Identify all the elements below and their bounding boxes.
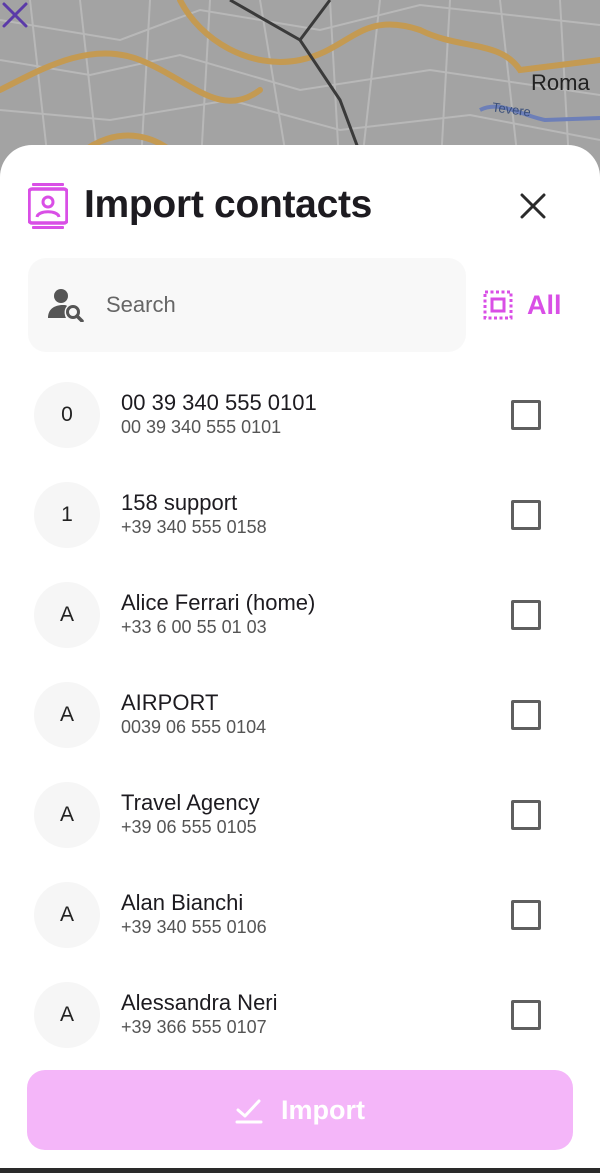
list-item[interactable]: A Alan Bianchi +39 340 555 0106	[0, 865, 600, 965]
list-item[interactable]: 0 00 39 340 555 0101 00 39 340 555 0101	[0, 365, 600, 465]
list-item[interactable]: 1 158 support +39 340 555 0158	[0, 465, 600, 565]
import-button[interactable]: Import	[27, 1070, 573, 1150]
contact-checkbox[interactable]	[511, 800, 541, 830]
person-search-icon	[48, 289, 84, 322]
select-all-label: All	[527, 289, 562, 320]
close-icon	[520, 193, 546, 219]
page-title: Import contacts	[84, 183, 373, 226]
contact-phone: +39 06 555 0105	[121, 817, 257, 837]
contact-name: Alessandra Neri	[121, 990, 278, 1015]
contact-phone: +33 6 00 55 01 03	[121, 617, 267, 637]
select-all-icon	[483, 290, 513, 320]
contact-checkbox[interactable]	[511, 900, 541, 930]
avatar: A	[34, 882, 100, 948]
list-item[interactable]: A AIRPORT 0039 06 555 0104	[0, 665, 600, 765]
map-close-icon[interactable]	[0, 0, 30, 30]
search-row: All	[0, 258, 600, 352]
contact-name: Travel Agency	[121, 790, 260, 815]
select-all-button[interactable]: All	[478, 280, 578, 330]
avatar: A	[34, 682, 100, 748]
sheet-header: Import contacts	[0, 145, 600, 265]
contact-phone: +39 366 555 0107	[121, 1017, 267, 1037]
close-button[interactable]	[510, 183, 556, 229]
contact-phone: +39 340 555 0106	[121, 917, 267, 937]
import-label: Import	[281, 1094, 365, 1125]
contact-checkbox[interactable]	[511, 1000, 541, 1030]
search-box[interactable]	[28, 258, 466, 352]
list-item[interactable]: A Travel Agency +39 06 555 0105	[0, 765, 600, 865]
contact-name: AIRPORT	[121, 690, 219, 715]
contact-checkbox[interactable]	[511, 400, 541, 430]
contacts-list: 0 00 39 340 555 0101 00 39 340 555 0101 …	[0, 365, 600, 1065]
list-item[interactable]: A Alessandra Neri +39 366 555 0107	[0, 965, 600, 1065]
contact-name: Alan Bianchi	[121, 890, 244, 915]
avatar: A	[34, 782, 100, 848]
list-item[interactable]: A Alice Ferrari (home) +33 6 00 55 01 03	[0, 565, 600, 665]
avatar: A	[34, 982, 100, 1048]
contact-checkbox[interactable]	[511, 500, 541, 530]
import-contacts-sheet: Import contacts All 0	[0, 145, 600, 1173]
contact-book-icon	[28, 183, 68, 229]
avatar: 0	[34, 382, 100, 448]
avatar: 1	[34, 482, 100, 548]
contact-name: 158 support	[121, 490, 238, 515]
contact-name: 00 39 340 555 0101	[121, 390, 317, 415]
contact-name: Alice Ferrari (home)	[121, 590, 316, 615]
search-input[interactable]	[106, 280, 446, 330]
contact-phone: +39 340 555 0158	[121, 517, 267, 537]
map-city-label: Roma	[531, 70, 590, 95]
avatar: A	[34, 582, 100, 648]
contact-phone: 00 39 340 555 0101	[121, 417, 282, 437]
contact-checkbox[interactable]	[511, 700, 541, 730]
system-navigation-bar	[0, 1168, 600, 1173]
contact-checkbox[interactable]	[511, 600, 541, 630]
checkmark-icon	[235, 1099, 263, 1124]
contact-phone: 0039 06 555 0104	[121, 717, 267, 737]
